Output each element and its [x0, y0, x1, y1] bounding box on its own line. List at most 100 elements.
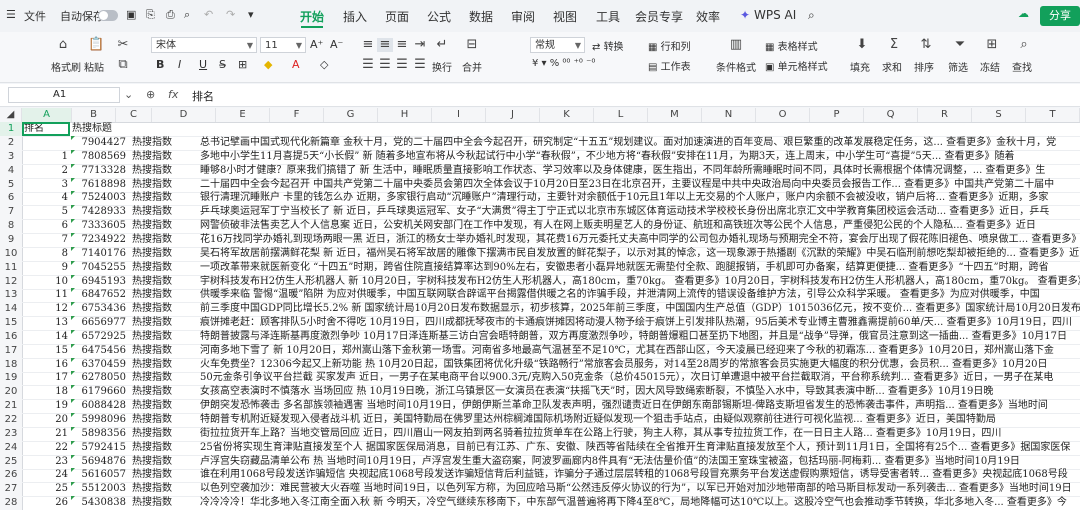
sort-icon[interactable]: ⇅	[918, 38, 934, 52]
column-header[interactable]: Q	[864, 108, 918, 122]
cell-rank[interactable]: 7	[24, 233, 68, 247]
cell-label[interactable]: 热搜指数	[132, 178, 192, 192]
column-header[interactable]: S	[972, 108, 1026, 122]
strikethrough-icon[interactable]: S̶	[219, 58, 226, 71]
convert-button[interactable]: ⇄ 转换	[592, 38, 624, 53]
wps-ai-button[interactable]: WPS AI	[754, 8, 796, 22]
row-header[interactable]: 5	[0, 178, 22, 192]
row-header[interactable]: 13	[0, 288, 22, 302]
cell-title[interactable]: 痕饼摊老赶：顾客排队5小时舍不得吃 10月19日，四川成都抚琴夜市的卡通痕饼摊因…	[200, 316, 1080, 330]
cell-label[interactable]: 热搜指数	[132, 413, 192, 427]
format-painter-button[interactable]: 格式刷	[51, 59, 81, 74]
copy-icon[interactable]: ⧉	[115, 58, 131, 72]
wps-ai-icon[interactable]: ✦	[740, 8, 750, 22]
fill-color-icon[interactable]: ◆	[264, 58, 272, 71]
cell-heat-index[interactable]: 6179660	[70, 385, 126, 399]
cell-heat-index[interactable]: 5512003	[70, 482, 126, 496]
chevron-down-icon[interactable]: ⌄	[124, 88, 133, 101]
cell-title[interactable]: 谁在利用1068号段发送诈骗短信 央视起底1068号段发送诈骗短信背后利益链，诈…	[200, 468, 1080, 482]
cell-title[interactable]: 街拉拉货开车上路？当地交管局回应 近日，四川眉山一网友拍到两名骑着拉拉货单车在公…	[200, 427, 1080, 441]
row-header[interactable]: 28	[0, 496, 22, 510]
row-header[interactable]: 6	[0, 191, 22, 205]
undo-icon[interactable]: ↶	[204, 8, 213, 21]
cell-rank[interactable]: 11	[24, 288, 68, 302]
column-header[interactable]: N	[702, 108, 756, 122]
cell-title[interactable]: 伊朗突发恐怖袭击 多名部族领袖遇害 当地时间10月19日，伊朗伊斯兰革命卫队发表…	[200, 399, 1080, 413]
row-header[interactable]: 16	[0, 330, 22, 344]
tab-view[interactable]: 视图	[553, 8, 577, 25]
align-right-icon[interactable]: ☰	[394, 58, 410, 72]
row-header[interactable]: 9	[0, 233, 22, 247]
tab-insert[interactable]: 插入	[343, 8, 367, 25]
formula-input[interactable]: 排名	[192, 88, 214, 104]
find-button[interactable]: 查找	[1012, 59, 1032, 74]
share-button[interactable]: 分享	[1040, 6, 1080, 26]
cell-heat-index[interactable]: 6656977	[70, 316, 126, 330]
cell-heat-index[interactable]: 7333605	[70, 219, 126, 233]
find-icon[interactable]: ⌕	[1016, 38, 1032, 52]
export-icon[interactable]: ⎘	[146, 8, 155, 22]
cell-heat-index[interactable]: 7618898	[70, 178, 126, 192]
row-header[interactable]: 26	[0, 468, 22, 482]
cell-rank[interactable]: 6	[24, 219, 68, 233]
cell-label[interactable]: 热搜指数	[132, 358, 192, 372]
cell-title[interactable]: 多地中小学生11月喜提5天“小长假” 新 随着多地宣布将从今秋起试行中小学“春秋…	[200, 150, 1080, 164]
align-center-icon[interactable]: ☰	[377, 58, 393, 72]
cell-rank[interactable]: 14	[24, 330, 68, 344]
cell-rank[interactable]: 13	[24, 316, 68, 330]
cell-rank[interactable]: 20	[24, 413, 68, 427]
cell-title[interactable]: 前三季度中国GDP同比增长5.2% 新 国家统计局10月20日发布数据显示，初步…	[200, 302, 1080, 316]
font-name-select[interactable]: 宋体 ▼	[151, 37, 257, 53]
cell-title[interactable]: 河南多地下雪了 新 10月20日，郑州嵩山落下金秋第一场雪。河南省多地最高气温甚…	[200, 344, 1080, 358]
tab-tools[interactable]: 工具	[596, 8, 620, 25]
wrap-icon[interactable]: ↵	[434, 38, 450, 52]
tab-data[interactable]: 数据	[469, 8, 493, 25]
autosave-toggle[interactable]	[98, 10, 118, 21]
cell-rank[interactable]: 1	[24, 150, 68, 164]
cell-label[interactable]: 热搜指数	[132, 150, 192, 164]
cell-title[interactable]: 25省份将实现生育津贴直接发至个人 据国家医保局消息，目前已有江苏、广东、安徽、…	[200, 441, 1080, 455]
cell-rank[interactable]: 10	[24, 275, 68, 289]
column-header[interactable]: J	[486, 108, 540, 122]
cell-heat-index[interactable]: 5616057	[70, 468, 126, 482]
sum-button[interactable]: 求和	[882, 59, 902, 74]
column-header[interactable]: P	[810, 108, 864, 122]
column-header[interactable]: I	[432, 108, 486, 122]
fx-icon[interactable]: fx	[168, 88, 178, 101]
row-header[interactable]: 15	[0, 316, 22, 330]
column-header[interactable]: K	[540, 108, 594, 122]
column-header[interactable]: C	[116, 108, 152, 122]
cell-heat-index[interactable]: 7140176	[70, 247, 126, 261]
cell-title[interactable]: 花16万找同学办婚礼到现场两眼一黑 近日，浙江的杨女士举办婚礼时发现，其花费16…	[200, 233, 1080, 247]
paste-button[interactable]: 粘贴	[84, 59, 104, 74]
cell-title[interactable]: 一项改革带来就医新变化 “十四五”时期，跨省住院直接结算率达到90%左右，安徽患…	[200, 261, 1080, 275]
column-header[interactable]: L	[594, 108, 648, 122]
tab-member[interactable]: 会员专享	[635, 8, 683, 25]
paste-icon[interactable]: 📋	[88, 38, 104, 52]
preview-icon[interactable]: ⌕	[184, 8, 190, 22]
align-middle-icon[interactable]: ≡	[377, 38, 393, 52]
cut-icon[interactable]: ✂	[115, 38, 131, 52]
select-all-corner[interactable]: ◢	[0, 108, 22, 122]
cell-label[interactable]: 热搜指数	[132, 427, 192, 441]
cell-rank[interactable]: 21	[24, 427, 68, 441]
column-header[interactable]: D	[152, 108, 216, 122]
cell-title[interactable]: 特朗普专机附近疑发现入侵者战斗机 近日，美国特勤局在佛罗里达州棕榈滩国际机场附近…	[200, 413, 1080, 427]
clear-icon[interactable]: ◇	[320, 58, 328, 71]
underline-button[interactable]: U	[199, 58, 207, 71]
cell-rank[interactable]: 24	[24, 468, 68, 482]
cell-heat-index[interactable]: 5998096	[70, 413, 126, 427]
cell-rank[interactable]: 16	[24, 358, 68, 372]
cell-rank[interactable]: 8	[24, 247, 68, 261]
row-header[interactable]: 4	[0, 164, 22, 178]
cond-format-button[interactable]: 条件格式	[716, 59, 756, 74]
row-header[interactable]: 24	[0, 441, 22, 455]
cell-heat-index[interactable]: 6370459	[70, 358, 126, 372]
column-header[interactable]: E	[216, 108, 270, 122]
decrease-font-icon[interactable]: A⁻	[330, 38, 343, 51]
cell-title[interactable]: 火车免费坐？12306今起又上新功能 热 10月20日起，国铁集团将优化升级“铁…	[200, 358, 1080, 372]
cell-heat-index[interactable]: 7524003	[70, 191, 126, 205]
border-icon[interactable]: ⊞	[238, 58, 247, 71]
row-header[interactable]: 19	[0, 371, 22, 385]
redo-icon[interactable]: ↷	[226, 8, 235, 21]
